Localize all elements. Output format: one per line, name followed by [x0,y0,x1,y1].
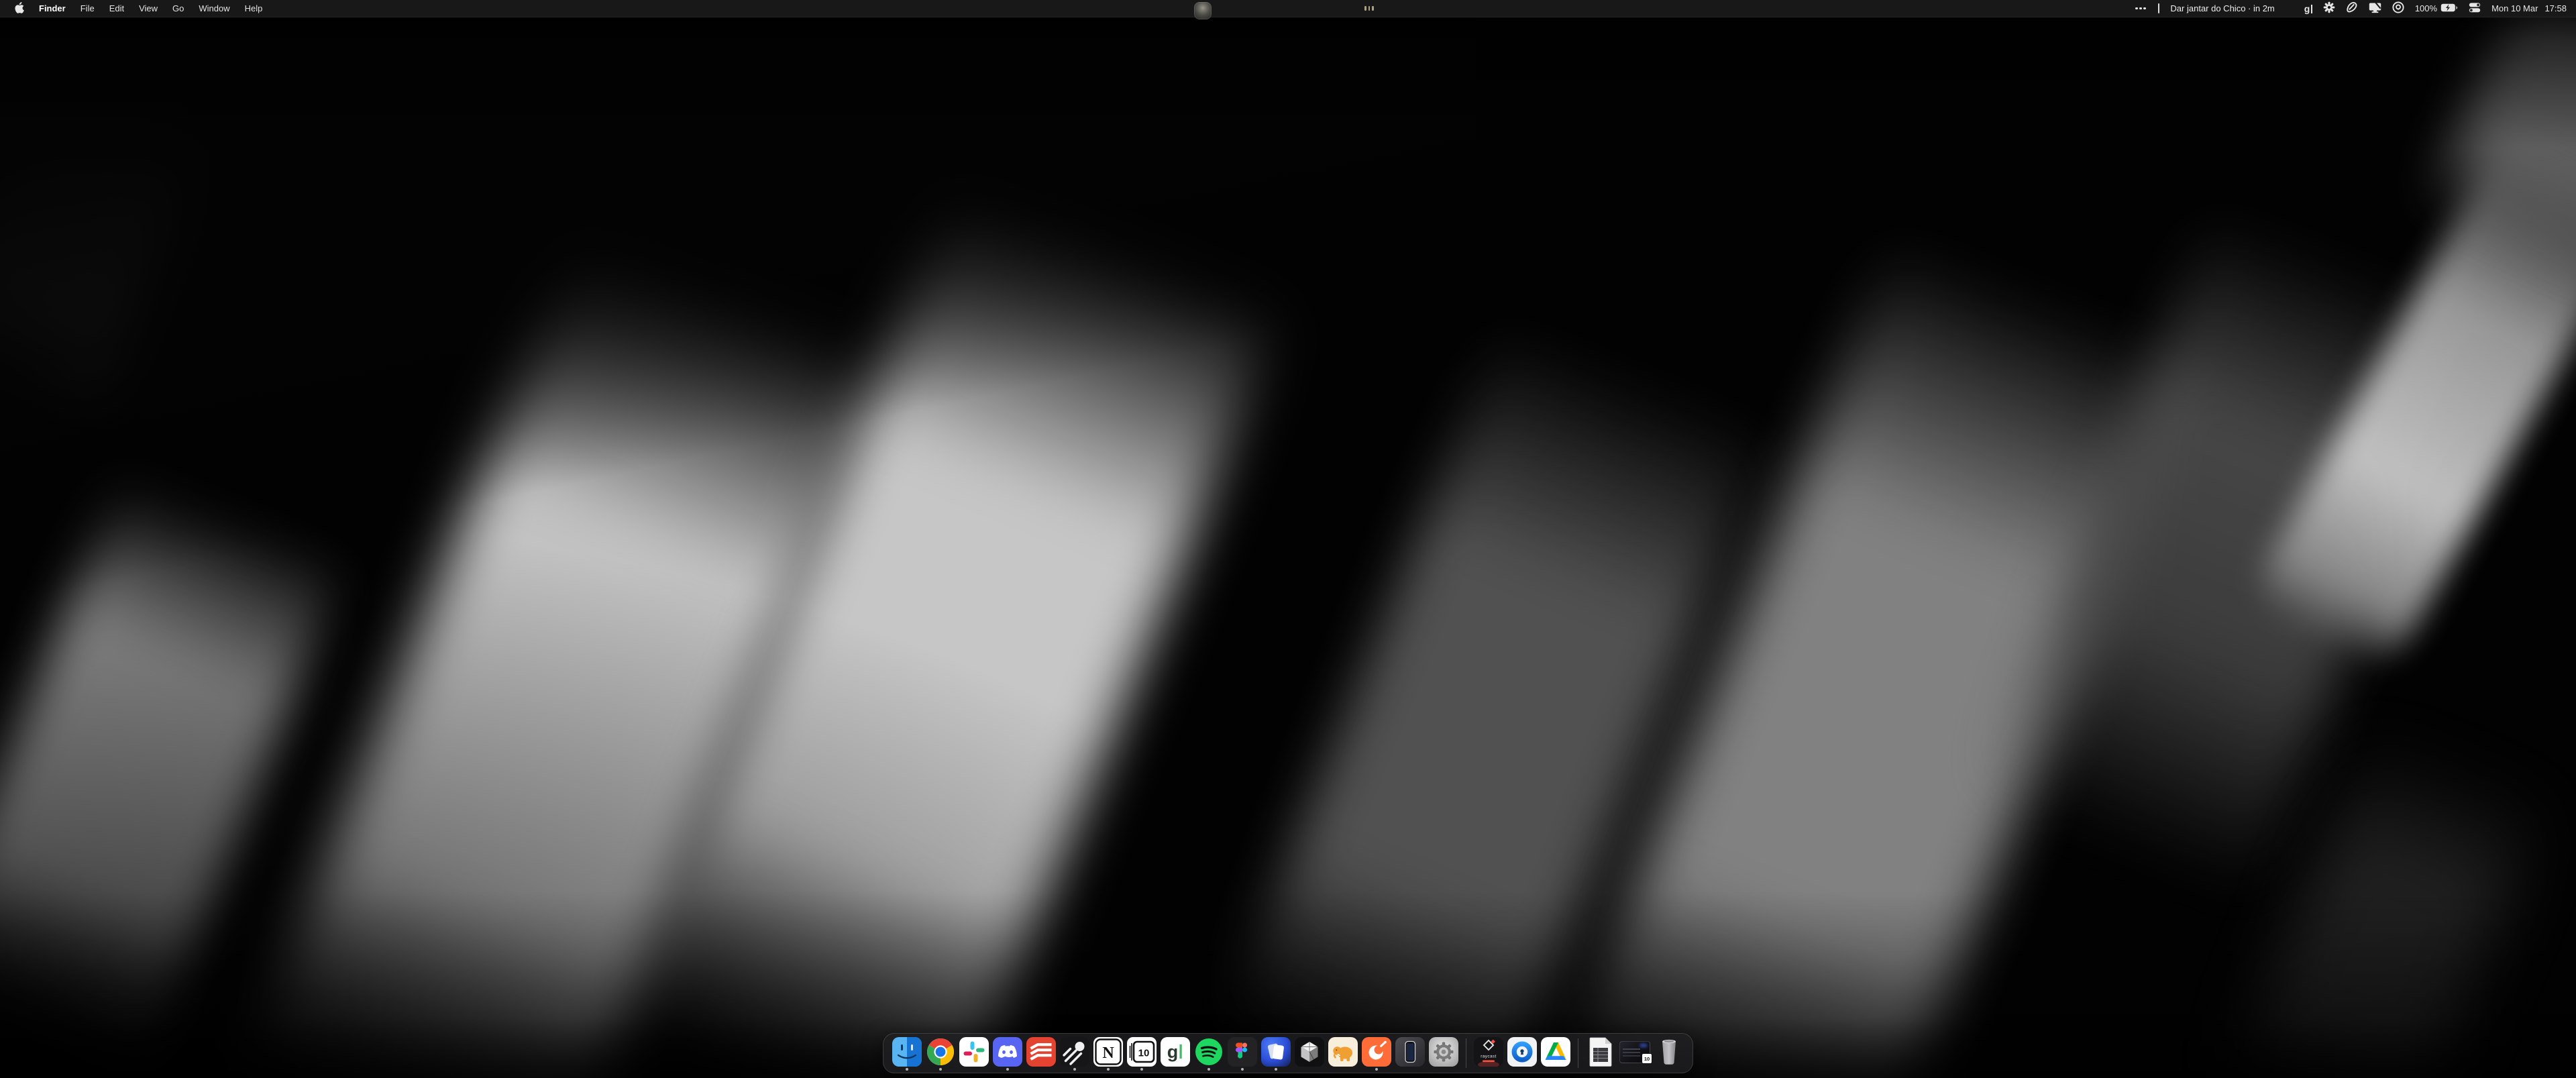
menu-window[interactable]: Window [191,0,237,17]
dock-item-elephant-db-app[interactable] [1328,1034,1358,1071]
system-settings-icon [1429,1037,1458,1067]
dock-item-blue-cards-app[interactable] [1261,1034,1291,1071]
iphone-mirroring-icon [1395,1037,1425,1067]
dock-item-document-file[interactable] [1586,1034,1615,1071]
discord-icon [993,1037,1022,1067]
trash-icon [1654,1037,1684,1067]
running-indicator [1375,1068,1378,1071]
dock-item-notion[interactable]: N [1093,1034,1123,1071]
clock-date: Mon 10 Mar [2491,3,2538,13]
onepassword-icon[interactable] [2392,1,2404,15]
figma-icon [1228,1037,1257,1067]
menu-help[interactable]: Help [237,0,270,17]
spotify-icon [1194,1037,1224,1067]
running-indicator [906,1068,908,1071]
menu-bar-left: Finder File Edit View Go Window Help [7,0,270,17]
dock-item-linear[interactable] [1060,1034,1089,1071]
notion-calendar-badge-icon: 10 [1642,1053,1652,1064]
apple-menu[interactable] [7,0,32,17]
overflow-ellipsis-icon[interactable] [2134,7,2147,10]
dock-item-spotify[interactable] [1194,1034,1224,1071]
dock-item-notion-calendar[interactable]: 10 [1127,1034,1157,1071]
raycast-icon: raycast [1474,1037,1503,1067]
notion-icon: N [1093,1037,1123,1067]
clock-time: 17:58 [2544,3,2567,13]
dock-item-iphone-mirroring[interactable] [1395,1034,1425,1071]
slack-icon [959,1037,989,1067]
menu-bar-status: Dar jantar do Chico · in 2m g 100% Mon 1… [2134,0,2567,17]
running-indicator [1208,1068,1210,1071]
dock-item-minimized-window[interactable]: 10 [1619,1034,1650,1071]
three-bars-icon[interactable] [1364,6,1374,11]
dock: N 10 g [883,1033,1693,1073]
running-indicator [1275,1068,1277,1071]
menu-bar-clock[interactable]: Mon 10 Mar 17:58 [2491,3,2567,13]
running-indicator [1006,1068,1009,1071]
svg-text:raycast: raycast [1481,1055,1496,1059]
cube-3d-icon [1295,1037,1324,1067]
dock-item-grammarly[interactable]: g [1161,1034,1190,1071]
minimized-window-thumbnail: 10 [1619,1037,1650,1067]
svg-text:N: N [1102,1044,1114,1062]
dock-item-chrome[interactable] [926,1034,955,1071]
dock-item-google-drive[interactable] [1541,1034,1570,1071]
status-separator [2158,3,2160,13]
apple-logo-icon [14,2,24,15]
dock-item-slack[interactable] [959,1034,989,1071]
wallpaper-vignette [0,0,2576,1078]
dock-item-cube-3d-app[interactable] [1295,1034,1324,1071]
grammarly-glyph: g [2304,3,2310,14]
dock-item-figma[interactable] [1228,1034,1257,1071]
linear-icon [1060,1037,1089,1067]
running-indicator [939,1068,942,1071]
dock-item-postman[interactable] [1362,1034,1391,1071]
menu-edit[interactable]: Edit [102,0,131,17]
document-file-icon [1586,1037,1615,1067]
menu-bar: Finder File Edit View Go Window Help Dar… [0,0,2576,17]
svg-text:10: 10 [1138,1048,1150,1059]
plectrum-shape-icon[interactable] [2346,1,2358,15]
dock-item-raycast[interactable]: raycast [1474,1034,1503,1071]
dock-item-system-settings[interactable] [1429,1034,1458,1071]
todoist-icon [1026,1037,1056,1067]
dock-item-discord[interactable] [993,1034,1022,1071]
elephant-icon [1328,1037,1358,1067]
chrome-icon [926,1037,955,1067]
svg-text:g: g [1167,1042,1179,1062]
control-center-icon[interactable] [2469,3,2481,15]
dock-item-todoist[interactable] [1026,1034,1056,1071]
menu-go[interactable]: Go [165,0,191,17]
menu-view[interactable]: View [131,0,165,17]
battery-status[interactable]: 100% [2415,3,2458,14]
flower-asterisk-icon[interactable] [2323,1,2335,15]
grammarly-icon[interactable]: g [2304,3,2312,14]
dock-item-trash[interactable] [1654,1034,1684,1071]
running-indicator [1073,1068,1076,1071]
app-menu-finder[interactable]: Finder [32,0,73,17]
running-indicator [1107,1068,1110,1071]
finder-icon [892,1037,922,1067]
battery-percent: 100% [2415,3,2437,13]
1password-dock-icon [1507,1037,1537,1067]
running-indicator [1140,1068,1143,1071]
running-indicator [1241,1068,1244,1071]
calendar-event-item[interactable]: Dar jantar do Chico · in 2m [2170,3,2274,13]
desktop-wallpaper [0,0,2576,1078]
dock-item-finder[interactable] [892,1034,922,1071]
notion-calendar-icon: 10 [1127,1037,1157,1067]
google-drive-icon [1541,1037,1570,1067]
menu-bar-avatar-icon[interactable] [1194,2,1212,19]
postman-icon [1362,1037,1391,1067]
display-icon[interactable] [2369,2,2381,15]
grammarly-dock-icon: g [1161,1037,1190,1067]
dock-item-1password[interactable] [1507,1034,1537,1071]
battery-charging-icon [2440,3,2458,14]
menu-file[interactable]: File [73,0,102,17]
overlapping-cards-icon [1261,1037,1291,1067]
